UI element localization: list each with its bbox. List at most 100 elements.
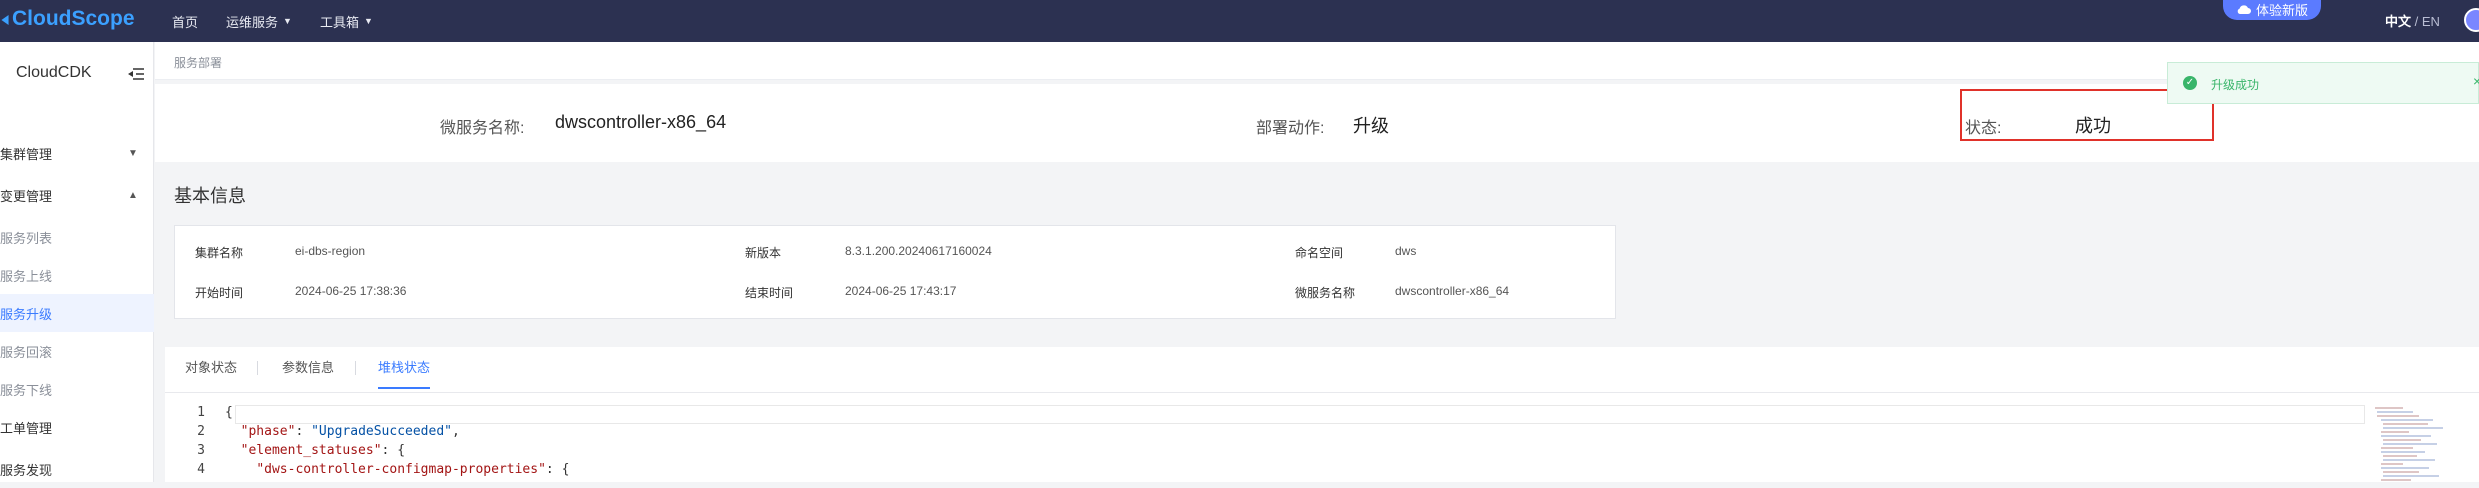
sidebar-item-service-offline[interactable]: 服务下线 <box>0 370 154 408</box>
sidebar-item-service-upgrade[interactable]: 服务升级 <box>0 294 154 332</box>
code-text: "phase": "UpgradeSucceeded", <box>225 424 460 443</box>
json-colon: : <box>545 462 562 477</box>
sidebar-item-service-rollback[interactable]: 服务回滚 <box>0 332 154 370</box>
basic-info-title: 基本信息 <box>174 186 246 206</box>
code-text: "dws-controller-configmap-properties": { <box>225 462 569 481</box>
lang-zh[interactable]: 中文 <box>2385 14 2411 29</box>
basic-info-panel: 集群名称 ei-dbs-region 新版本 8.3.1.200.2024061… <box>174 225 1616 319</box>
check-circle-icon: ✓ <box>2183 76 2197 90</box>
sidebar-item-change-management[interactable]: 变更管理 ▲ <box>0 176 154 214</box>
service-name-label: 微服务名称: <box>440 120 525 137</box>
tab-label: 堆栈状态 <box>378 360 431 375</box>
breadcrumb[interactable]: 服务部署 <box>174 54 222 71</box>
toast-message: 升级成功 <box>2211 78 2260 92</box>
json-key: "element_statuses" <box>240 443 382 458</box>
success-toast: ✓ 升级成功 × <box>2167 62 2479 104</box>
tab-parameter-info[interactable]: 参数信息 <box>282 357 334 387</box>
sidebar-item-label: 变更管理 <box>0 188 53 204</box>
tab-stack-status[interactable]: 堆栈状态 <box>378 357 431 389</box>
new-version-label: 新版本 <box>745 246 782 260</box>
sidebar-item-service-online[interactable]: 服务上线 <box>0 256 154 294</box>
end-time-value: 2024-06-25 17:43:17 <box>845 284 957 298</box>
service-name-value: dwscontroller-x86_64 <box>555 112 727 132</box>
new-version-value: 8.3.1.200.20240617160024 <box>845 244 992 258</box>
start-time-value: 2024-06-25 17:38:36 <box>295 284 407 298</box>
sidebar-item-label: 服务上线 <box>0 268 53 284</box>
tab-label: 参数信息 <box>282 360 335 375</box>
logo-text: CloudScope <box>12 7 135 30</box>
sidebar: CloudCDK 集群管理 ▼ 变更管理 ▲ 服务列表 服务上线 服务升级 服务… <box>0 42 154 482</box>
experience-new-version-button[interactable]: 体验新版 <box>2223 0 2321 20</box>
namespace-value: dws <box>1395 244 1417 258</box>
nav-toolbox-label: 工具箱 <box>319 14 359 30</box>
json-punct: { <box>397 443 406 458</box>
nav-ops-services-label: 运维服务 <box>226 14 279 30</box>
json-punct: , <box>452 424 460 439</box>
nav-ops-services[interactable]: 运维服务 ▼ <box>226 12 292 31</box>
lang-separator: / <box>2414 14 2419 29</box>
breadcrumb-bar: 服务部署 <box>155 42 2479 80</box>
code-line: 2 "phase": "UpgradeSucceeded", <box>165 424 2365 443</box>
json-punct: { <box>561 462 570 477</box>
sidebar-item-cluster-management[interactable]: 集群管理 ▼ <box>0 134 154 172</box>
line-number: 1 <box>197 405 205 420</box>
json-key: "phase" <box>240 424 296 439</box>
cluster-name-value: ei-dbs-region <box>295 244 366 258</box>
chevron-down-icon: ▼ <box>128 147 138 159</box>
sidebar-item-service-list[interactable]: 服务列表 <box>0 218 154 256</box>
namespace-label: 命名空间 <box>1295 246 1344 260</box>
sidebar-item-label: 服务列表 <box>0 230 53 246</box>
json-string: "UpgradeSucceeded" <box>311 424 452 439</box>
line-number: 3 <box>197 443 205 458</box>
code-text: { <box>225 405 233 420</box>
code-editor[interactable]: 1 { 2 "phase": "UpgradeSucceeded", 3 "el… <box>165 405 2365 485</box>
caret-down-icon: ▼ <box>283 16 292 26</box>
tab-divider <box>355 361 356 375</box>
top-bar: CloudScope 首页 运维服务 ▼ 工具箱 ▼ 体验新版 中文 / EN <box>0 0 2479 42</box>
current-line-highlight <box>235 405 2365 424</box>
collapse-menu-icon[interactable] <box>127 67 145 81</box>
code-text: "element_statuses": { <box>225 443 405 462</box>
json-colon: : <box>295 424 312 439</box>
json-colon: : <box>381 443 398 458</box>
cluster-name-label: 集群名称 <box>195 246 244 260</box>
user-avatar[interactable] <box>2464 8 2479 32</box>
tab-object-status[interactable]: 对象状态 <box>185 357 237 387</box>
nav-home[interactable]: 首页 <box>172 12 198 31</box>
caret-down-icon: ▼ <box>363 16 373 26</box>
tab-label: 对象状态 <box>185 360 238 375</box>
chevron-up-icon: ▲ <box>128 189 138 201</box>
sidebar-item-service-discovery[interactable]: 服务发现 <box>0 450 154 488</box>
detail-tabs-panel: 对象状态 参数信息 堆栈状态 1 { 2 "phase": "UpgradeSu… <box>165 347 2479 482</box>
code-minimap[interactable] <box>2373 405 2463 485</box>
main-content: 服务部署 微服务名称: dwscontroller-x86_64 部署动作: 升… <box>155 42 2479 482</box>
nav-toolbox[interactable]: 工具箱 ▼ <box>320 12 373 31</box>
line-number: 2 <box>197 424 205 439</box>
microservice-name-value: dwscontroller-x86_64 <box>1395 284 1510 298</box>
logo-icon <box>1 15 9 25</box>
language-switch: 中文 / EN <box>2385 11 2440 30</box>
deploy-action-value: 升级 <box>1353 116 1389 136</box>
sidebar-item-label: 集群管理 <box>0 146 53 162</box>
cloud-icon <box>2237 5 2251 14</box>
sidebar-item-label: 工单管理 <box>0 420 53 436</box>
sidebar-item-label: 服务发现 <box>0 462 53 478</box>
app-logo[interactable]: CloudScope <box>0 7 135 31</box>
code-line: 4 "dws-controller-configmap-properties":… <box>165 462 2365 481</box>
top-nav: 首页 运维服务 ▼ 工具箱 ▼ <box>172 0 401 42</box>
sidebar-item-ticket-management[interactable]: 工单管理 <box>0 408 154 446</box>
sidebar-item-label: 服务下线 <box>0 382 53 398</box>
tabs-underline <box>165 392 2479 393</box>
experience-new-version-label: 体验新版 <box>2255 2 2308 18</box>
close-icon[interactable]: × <box>2473 73 2479 89</box>
json-key: "dws-controller-configmap-properties" <box>256 462 546 477</box>
lang-en[interactable]: EN <box>2422 14 2440 29</box>
nav-home-label: 首页 <box>172 14 199 30</box>
sidebar-item-label: 服务升级 <box>0 306 53 322</box>
line-number: 4 <box>197 462 205 477</box>
microservice-name-label: 微服务名称 <box>1295 286 1356 300</box>
start-time-label: 开始时间 <box>195 286 244 300</box>
tab-divider <box>257 361 258 375</box>
deploy-action-label: 部署动作: <box>1256 120 1325 137</box>
code-line: 1 { <box>165 405 2365 424</box>
